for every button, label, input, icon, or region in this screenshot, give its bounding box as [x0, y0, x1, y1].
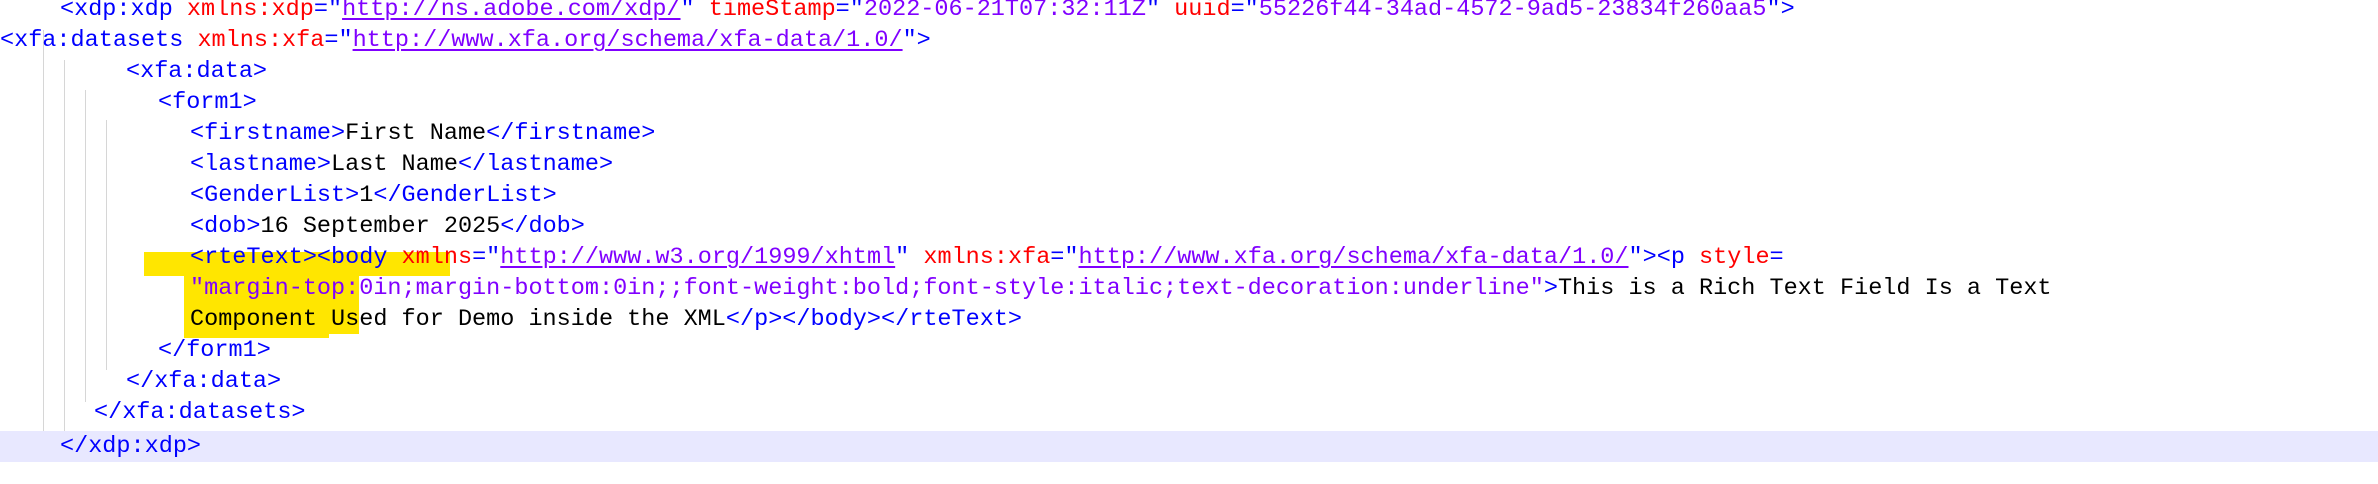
xml-code-editor[interactable]: <xdp:xdp xmlns:xdp="http://ns.adobe.com/… — [0, 0, 2378, 484]
xml-tag-token: </p></body></rteText> — [725, 306, 1023, 333]
xml-text-token: First Name — [345, 120, 487, 147]
code-text: <dob>16 September 2025</dob> — [190, 211, 585, 242]
xml-tag-token: =" — [1050, 244, 1079, 271]
code-line[interactable]: "margin-top:0in;margin-bottom:0in;;font-… — [0, 273, 2378, 304]
xml-text-token: 1 — [359, 182, 374, 209]
code-line[interactable]: <xfa:datasets xmlns:xfa="http://www.xfa.… — [0, 25, 2378, 56]
xml-tag-token: =" — [835, 0, 864, 23]
xml-attribute-token: style — [1699, 244, 1770, 271]
code-text: <xdp:xdp xmlns:xdp="http://ns.adobe.com/… — [60, 0, 1795, 25]
xml-value-token: "margin-top:0in;margin-bottom:0in;;font-… — [190, 275, 1544, 302]
xml-text-token: Last Name — [331, 151, 458, 178]
xml-attribute-token: xmlns — [401, 244, 473, 271]
code-line[interactable]: <firstname>First Name</firstname> — [0, 118, 2378, 149]
code-line[interactable]: <lastname>Last Name</lastname> — [0, 149, 2378, 180]
xml-tag-token: </dob> — [500, 213, 585, 240]
xml-tag-token: =" — [472, 244, 501, 271]
code-line[interactable]: <xdp:xdp xmlns:xdp="http://ns.adobe.com/… — [0, 0, 2378, 25]
xml-tag-token: > — [1543, 275, 1558, 302]
xml-url-token[interactable]: http://www.xfa.org/schema/xfa-data/1.0/ — [1079, 244, 1629, 271]
xml-text-token: Component Used for Demo inside the XML — [190, 306, 726, 333]
xml-attribute-token: xmlns:xdp — [186, 0, 314, 23]
xml-tag-token: <lastname> — [190, 151, 332, 178]
xml-url-token[interactable]: http://www.w3.org/1999/xhtml — [500, 244, 895, 271]
xml-tag-token: </xfa:data> — [126, 368, 282, 395]
xml-tag-token: =" — [324, 27, 353, 54]
xml-tag-token: =" — [313, 0, 343, 23]
xml-value-token: 2022-06-21T07:32:11Z — [863, 0, 1146, 23]
xml-tag-token: <firstname> — [190, 120, 346, 147]
xml-text-token: This is a Rich Text Field Is a Text — [1557, 275, 2052, 302]
xml-tag-token: <GenderList> — [190, 182, 360, 209]
code-line[interactable]: <GenderList>1</GenderList> — [0, 180, 2378, 211]
code-text: <form1> — [158, 87, 257, 118]
xml-tag-token: "> — [902, 27, 931, 54]
code-text: <lastname>Last Name</lastname> — [190, 149, 613, 180]
xml-tag-token: "> — [1766, 0, 1795, 23]
xml-tag-token: <xfa:datasets — [0, 27, 198, 54]
code-line-current[interactable]: </xdp:xdp> — [0, 431, 2378, 462]
code-text: </form1> — [158, 335, 271, 366]
xml-attribute-token: xmlns:xfa — [923, 244, 1051, 271]
code-line[interactable]: </xfa:datasets> — [0, 397, 2378, 428]
code-text: <xfa:data> — [126, 56, 267, 87]
xml-tag-token: </GenderList> — [373, 182, 557, 209]
xml-tag-token: "><p — [1628, 244, 1700, 271]
xml-tag-token: </xdp:xdp> — [60, 433, 202, 460]
xml-tag-token: =" — [1230, 0, 1259, 23]
xml-tag-token: <rteText><body — [190, 244, 402, 271]
xml-url-token[interactable]: http://ns.adobe.com/xdp/ — [342, 0, 680, 23]
xml-url-token[interactable]: http://www.xfa.org/schema/xfa-data/1.0/ — [353, 27, 903, 54]
xml-attribute-token: timeStamp — [708, 0, 836, 23]
xml-tag-token: " — [1145, 0, 1175, 23]
xml-tag-token: </lastname> — [457, 151, 614, 178]
code-line[interactable]: <xfa:data> — [0, 56, 2378, 87]
code-text: <firstname>First Name</firstname> — [190, 118, 655, 149]
code-line[interactable]: Component Used for Demo inside the XML</… — [0, 304, 2378, 335]
xml-tag-token: </firstname> — [486, 120, 656, 147]
xml-text-token: 16 September 2025 — [260, 213, 501, 240]
xml-attribute-token: xmlns:xfa — [197, 27, 325, 54]
code-line[interactable]: <dob>16 September 2025</dob> — [0, 211, 2378, 242]
xml-value-token: 55226f44-34ad-4572-9ad5-23834f260aa5 — [1258, 0, 1767, 23]
code-line[interactable]: <form1> — [0, 87, 2378, 118]
xml-tag-token: <xdp:xdp — [60, 0, 187, 23]
code-line[interactable]: <rteText><body xmlns="http://www.w3.org/… — [0, 242, 2378, 273]
xml-tag-token: <xfa:data> — [126, 58, 268, 85]
code-line[interactable]: </xfa:data> — [0, 366, 2378, 397]
code-text: "margin-top:0in;margin-bottom:0in;;font-… — [190, 273, 2052, 304]
xml-tag-token: </xfa:datasets> — [94, 399, 306, 426]
code-text: <GenderList>1</GenderList> — [190, 180, 557, 211]
code-text: </xfa:datasets> — [94, 397, 306, 428]
xml-tag-token: </form1> — [158, 337, 271, 364]
xml-tag-token: " — [895, 244, 924, 271]
xml-attribute-token: uuid — [1174, 0, 1231, 23]
code-line[interactable]: </form1> — [0, 335, 2378, 366]
code-text: <xfa:datasets xmlns:xfa="http://www.xfa.… — [0, 25, 931, 56]
xml-tag-token: <dob> — [190, 213, 261, 240]
code-text: </xdp:xdp> — [60, 431, 201, 462]
code-text: </xfa:data> — [126, 366, 281, 397]
xml-tag-token: " — [680, 0, 709, 23]
xml-tag-token: <form1> — [158, 89, 257, 116]
code-text: <rteText><body xmlns="http://www.w3.org/… — [190, 242, 1784, 273]
code-text: Component Used for Demo inside the XML</… — [190, 304, 1022, 335]
xml-tag-token: = — [1769, 244, 1784, 271]
